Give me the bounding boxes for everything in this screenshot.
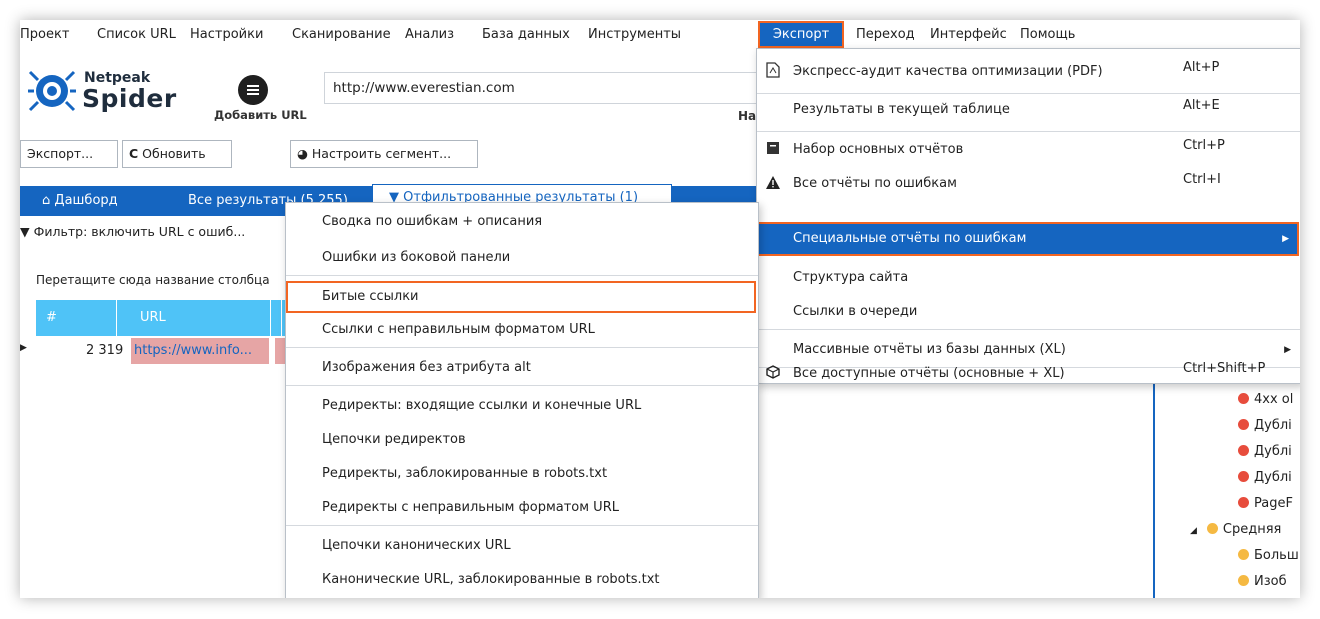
add-url-label: Добавить URL <box>214 108 307 122</box>
tree-group-medium[interactable]: ◢ Средняя <box>1190 522 1281 537</box>
tree-item[interactable]: Дублi <box>1238 470 1292 485</box>
submenu-item-sidebar-errors[interactable]: Ошибки из боковой панели <box>322 243 510 273</box>
menu-bar: Проект Список URL Настройки Сканирование… <box>20 20 1300 50</box>
menu-item-current-table[interactable]: Результаты в текущей таблице Alt+E <box>757 95 1300 125</box>
menu-item-special-error-reports[interactable]: Специальные отчёты по ошибкам ▶ <box>757 222 1299 256</box>
tree-item[interactable]: Дублi <box>1238 418 1292 433</box>
tree-item[interactable]: Изоб <box>1238 574 1287 589</box>
menu-item-queued-links[interactable]: Ссылки в очереди <box>757 297 1300 327</box>
tree-item[interactable]: 4xx ol <box>1238 392 1293 407</box>
url-input[interactable]: http://www.everestian.com <box>324 72 764 104</box>
special-error-submenu: Сводка по ошибкам + описания Ошибки из б… <box>285 202 759 598</box>
segment-button[interactable]: ◕ Настроить сегмент... <box>290 140 478 168</box>
menu-separator <box>286 275 758 276</box>
menu-separator <box>286 347 758 348</box>
menu-export[interactable]: Экспорт <box>758 21 844 48</box>
segment-label: Настроить сегмент... <box>311 146 452 161</box>
submenu-item-redirect-incoming[interactable]: Редиректы: входящие ссылки и конечные UR… <box>322 391 641 421</box>
menu-item-all-reports[interactable]: Все доступные отчёты (основные + XL) Ctr… <box>757 357 1300 383</box>
menu-tools[interactable]: Инструменты <box>588 20 681 50</box>
column-resize-handle[interactable] <box>270 300 282 336</box>
home-icon: ⌂ <box>42 193 51 208</box>
export-button[interactable]: Экспорт... <box>20 140 118 168</box>
table-row-url[interactable]: https://www.info... <box>131 338 269 364</box>
submenu-item-broken-links-label: Битые ссылки <box>322 289 419 304</box>
pdf-icon <box>765 57 781 87</box>
severity-high-icon <box>1238 497 1249 508</box>
submenu-item-canonical-blocked[interactable]: Канонические URL, заблокированные в robo… <box>322 565 660 595</box>
menu-help[interactable]: Помощь <box>1020 20 1075 50</box>
filter-icon: ▼ <box>20 224 30 239</box>
grid-header: # URL <box>36 300 291 336</box>
submenu-item-images-no-alt[interactable]: Изображения без атрибута alt <box>322 353 531 383</box>
box-icon <box>765 135 781 165</box>
group-drag-hint: Перетащите сюда название столбца <box>36 273 270 287</box>
submenu-item-bad-url-format[interactable]: Ссылки с неправильным форматом URL <box>322 315 595 345</box>
submenu-item-redirect-blocked[interactable]: Редиректы, заблокированные в robots.txt <box>322 459 607 489</box>
severity-high-icon <box>1238 471 1249 482</box>
menu-item-all-error-reports[interactable]: Все отчёты по ошибкам Ctrl+I <box>757 169 1300 199</box>
severity-high-icon <box>1238 419 1249 430</box>
submenu-item-error-summary[interactable]: Сводка по ошибкам + описания <box>322 207 542 237</box>
export-menu: Экспресс-аудит качества оптимизации (PDF… <box>756 48 1300 384</box>
menu-navigate[interactable]: Переход <box>856 20 915 50</box>
tab-dashboard[interactable]: ⌂ Дашборд <box>42 186 118 216</box>
severity-medium-icon <box>1238 575 1249 586</box>
menu-item-special-label: Специальные отчёты по ошибкам <box>793 231 1027 246</box>
cube-icon <box>765 357 781 391</box>
menu-separator <box>286 385 758 386</box>
menu-settings[interactable]: Настройки <box>190 20 263 50</box>
submenu-item-canonical-chains[interactable]: Цепочки канонических URL <box>322 531 511 561</box>
filter-bar[interactable]: ▼ Фильтр: включить URL с ошиб... <box>20 224 245 239</box>
collapse-arrow-icon[interactable]: ◢ <box>1190 526 1197 536</box>
filter-text: Фильтр: включить URL с ошиб... <box>33 224 246 239</box>
warning-icon <box>765 169 781 199</box>
menu-analysis[interactable]: Анализ <box>405 20 454 50</box>
submenu-item-broken-links[interactable]: Битые ссылки <box>286 281 756 313</box>
submenu-item-redirect-bad-format[interactable]: Редиректы с неправильным форматом URL <box>322 493 619 523</box>
column-divider <box>116 300 117 336</box>
severity-medium-icon <box>1238 549 1249 560</box>
menu-separator <box>286 525 758 526</box>
menu-database[interactable]: База данных <box>482 20 570 50</box>
tree-item[interactable]: PageF <box>1238 496 1293 511</box>
menu-item-site-structure[interactable]: Структура сайта <box>757 263 1300 293</box>
submenu-item-redirect-chains[interactable]: Цепочки редиректов <box>322 425 466 455</box>
severity-high-icon <box>1238 393 1249 404</box>
menu-url-list[interactable]: Список URL <box>97 20 176 50</box>
column-header-num[interactable]: # <box>46 300 57 336</box>
tree-item[interactable]: Дублi <box>1238 444 1292 459</box>
menu-separator <box>757 329 1300 330</box>
pie-chart-icon: ◕ <box>297 146 308 161</box>
table-row-cell <box>275 338 285 364</box>
column-header-url[interactable]: URL <box>140 300 166 336</box>
tab-dashboard-label: Дашборд <box>54 193 118 208</box>
submenu-arrow-icon: ▶ <box>1282 234 1289 244</box>
menu-project[interactable]: Проект <box>20 20 69 50</box>
tree-item[interactable]: Больш <box>1238 548 1299 563</box>
tree-guide <box>1153 380 1155 598</box>
refresh-button[interactable]: C Обновить <box>122 140 232 168</box>
refresh-label: Обновить <box>142 146 206 161</box>
menu-item-express-audit[interactable]: Экспресс-аудит качества оптимизации (PDF… <box>757 57 1300 87</box>
severity-medium-icon <box>1206 523 1218 534</box>
refresh-icon: C <box>129 146 139 161</box>
menu-interface[interactable]: Интерфейс <box>930 20 1007 50</box>
menu-scan[interactable]: Сканирование <box>292 20 391 50</box>
spider-logo-icon <box>28 70 76 112</box>
partial-label: На <box>738 109 757 123</box>
table-row-num: 2 319 <box>86 343 124 358</box>
row-selector-icon: ▶ <box>20 343 27 353</box>
severity-high-icon <box>1238 445 1249 456</box>
list-icon <box>247 85 259 95</box>
app-window: Проект Список URL Настройки Сканирование… <box>20 20 1300 598</box>
logo-text-spider: Spider <box>82 84 177 113</box>
add-url-button[interactable] <box>238 75 268 105</box>
menu-item-basic-reports[interactable]: Набор основных отчётов Ctrl+P <box>757 135 1300 165</box>
